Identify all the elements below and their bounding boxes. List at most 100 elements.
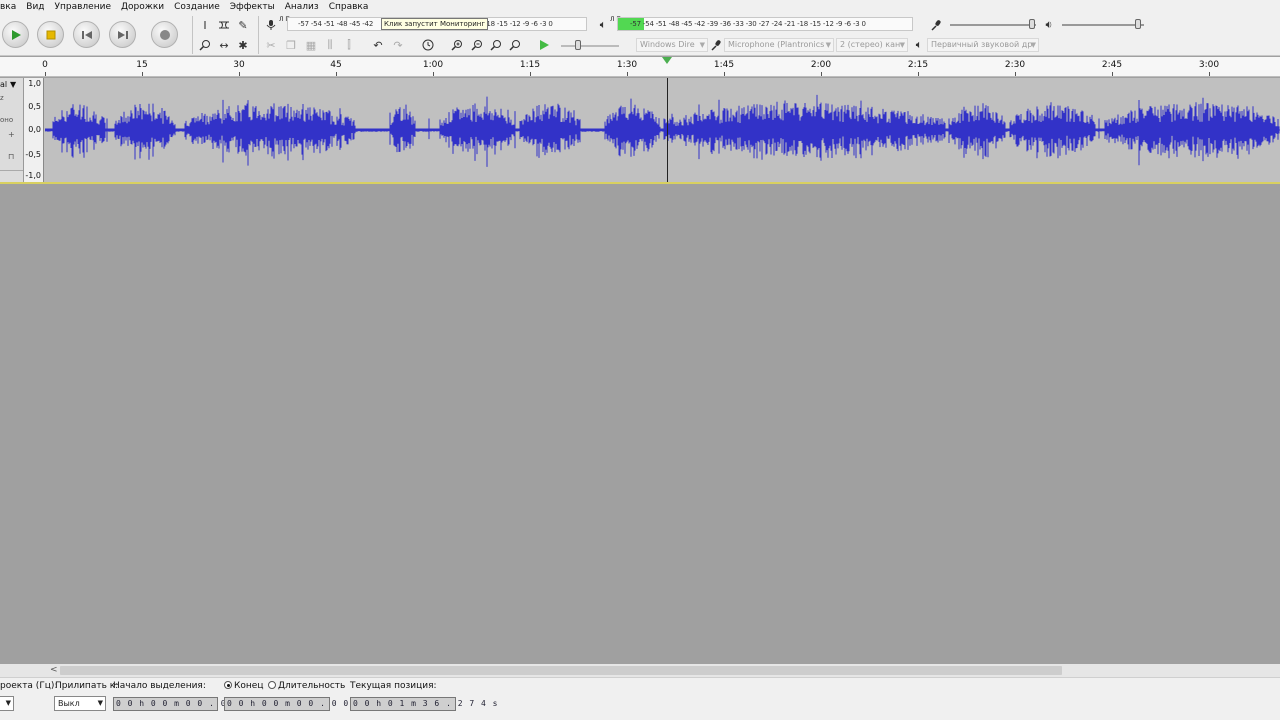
fit-selection-icon[interactable] [487,36,505,54]
ruler-tick-label: 15 [136,60,148,70]
undo-icon[interactable]: ↶ [369,36,387,54]
skip-end-button[interactable] [109,21,136,48]
recording-volume-slider[interactable] [950,24,1036,26]
waveform[interactable] [45,78,1280,182]
fit-project-icon[interactable] [506,36,524,54]
paste-icon[interactable]: ▦ [302,36,320,54]
play-speed-slider[interactable] [561,45,619,47]
menu-generate[interactable]: Создание [169,2,225,12]
record-meter-icon[interactable] [262,16,280,34]
cut-icon[interactable]: ✂ [262,36,280,54]
audio-host-select[interactable]: Windows Dire ▼ [636,38,708,52]
track-name-menu[interactable]: al [0,80,7,89]
menu-view[interactable]: Вид [21,2,49,12]
play-meter-scale: -57 -54 -51 -48 -45 -42 -39 -36 -33 -30 … [630,20,866,28]
play-speed-thumb[interactable] [575,40,581,50]
multi-tool-icon[interactable]: ✱ [234,36,252,54]
envelope-tool-icon[interactable] [215,16,233,34]
mic-volume-icon [928,16,946,34]
playback-device-select[interactable]: Первичный звуковой др ▼ [927,38,1039,52]
selection-start-label: Начало выделения: [113,681,206,691]
record-meter-scale-tail: -18 -15 -12 -9 -6 -3 0 [484,20,553,28]
scroll-left-icon[interactable]: < [50,665,58,675]
draw-tool-icon[interactable]: ✎ [234,16,252,34]
play-at-speed-icon[interactable] [535,36,553,54]
vscale-label: -0,5 [25,150,41,159]
recording-channels-select[interactable]: 2 (стерео) кан ▼ [836,38,908,52]
record-meter-channels: Л П [279,16,290,23]
play-button[interactable] [2,21,29,48]
audio-position-field[interactable]: 0 0 h 0 1 m 3 6 . 2 7 4 s [350,697,497,711]
snap-value: Выкл [58,699,80,708]
zoom-in-icon[interactable] [448,36,466,54]
selection-end-field[interactable]: 0 0 h 0 0 m 0 0 . 0 0 0 s [224,697,371,711]
selection-start-field[interactable]: 0 0 h 0 0 m 0 0 . 0 0 0 s [113,697,260,711]
zoom-tool-icon[interactable] [196,36,214,54]
stop-button[interactable] [37,21,64,48]
ruler-tick-line [142,72,143,76]
toolbar-separator [192,16,193,54]
timeshift-tool-icon[interactable]: ↔ [215,36,233,54]
playhead-marker[interactable] [662,57,672,64]
ruler-tick-label: 2:45 [1101,60,1123,70]
ruler-tick-line [1209,72,1210,76]
selection-toolbar: роекта (Гц): ▼ Прилипать к: Выкл ▼ Начал… [0,677,1280,720]
ruler-tick-line [530,72,531,76]
position-cursor-line [667,78,668,182]
ruler-tick-label: 2:00 [810,60,832,70]
length-radio[interactable]: Длительность [268,681,345,691]
skip-start-button[interactable] [73,21,100,48]
audio-track[interactable]: al ▼ z оно + ⊓ 1,0 0,5 0,0 -0,5 -1,0 [0,78,1280,184]
vertical-scale: 1,0 0,5 0,0 -0,5 -1,0 [24,78,44,182]
horizontal-scrollbar-thumb[interactable] [60,666,1062,675]
playback-volume-icon: 🔉︎ [1045,18,1053,31]
gain-plus-icon[interactable]: + [8,130,15,139]
pan-icon[interactable]: ⊓ [8,152,14,161]
ruler-tick-label: 1:30 [616,60,638,70]
snap-label: Прилипать к: [55,681,119,691]
track-menu-arrow-icon[interactable]: ▼ [10,80,16,89]
ruler-tick-label: 1:00 [422,60,444,70]
menu-transport[interactable]: Управление [50,2,116,12]
ruler-tick-label: 2:15 [907,60,929,70]
playback-volume-slider[interactable] [1062,24,1144,26]
sync-lock-icon[interactable] [419,36,437,54]
playback-volume-thumb[interactable] [1135,19,1141,29]
chevron-down-icon: ▼ [5,699,11,707]
silence-icon[interactable]: ⫿ [340,36,358,54]
ruler-tick-line [1015,72,1016,76]
menu-tracks[interactable]: Дорожки [116,2,169,12]
record-button[interactable] [151,21,178,48]
recording-device-select[interactable]: Microphone (Plantronics ▼ [724,38,834,52]
recording-volume-thumb[interactable] [1029,19,1035,29]
ruler-tick-label: 2:30 [1004,60,1026,70]
trim-icon[interactable]: ⫼ [321,36,339,54]
record-meter-tooltip: Клик запустит Мониторинг [381,18,489,30]
copy-icon[interactable]: ❐ [282,36,300,54]
ruler-tick-line [45,72,46,76]
track-control-panel[interactable]: al ▼ z оно + ⊓ [0,78,24,182]
redo-icon[interactable]: ↷ [389,36,407,54]
project-rate-select[interactable]: ▼ [0,696,14,711]
project-rate-label: роекта (Гц): [0,681,58,691]
menu-analyze[interactable]: Анализ [280,2,324,12]
waveform-path [45,94,1280,167]
timeline-ruler[interactable]: 0 15 30 45 1:00 1:15 1:30 1:45 2:00 2:15 2:30 2:45 3… [0,57,1280,77]
record-icon [159,29,170,40]
end-radio[interactable]: Конец [224,681,263,691]
menu-project[interactable]: вка [0,2,21,12]
play-meter[interactable]: -57 -54 -51 -48 -45 -42 -39 -36 -33 -30 … [617,17,913,31]
menu-help[interactable]: Справка [324,2,374,12]
playback-device-icon: 🔈︎ [915,38,923,51]
snap-select[interactable]: Выкл ▼ [54,696,106,711]
record-meter-scale: -57 -54 -51 -48 -45 -42 [298,20,374,28]
menu-effects[interactable]: Эффекты [225,2,280,12]
end-radio-indicator[interactable] [224,681,232,689]
length-radio-indicator[interactable] [268,681,276,689]
ruler-tick-line [627,72,628,76]
skip-end-icon [117,30,128,39]
horizontal-scrollbar[interactable]: < [0,664,1280,677]
zoom-out-icon[interactable] [468,36,486,54]
ruler-tick-line [1112,72,1113,76]
selection-tool-icon[interactable]: I [196,16,214,34]
